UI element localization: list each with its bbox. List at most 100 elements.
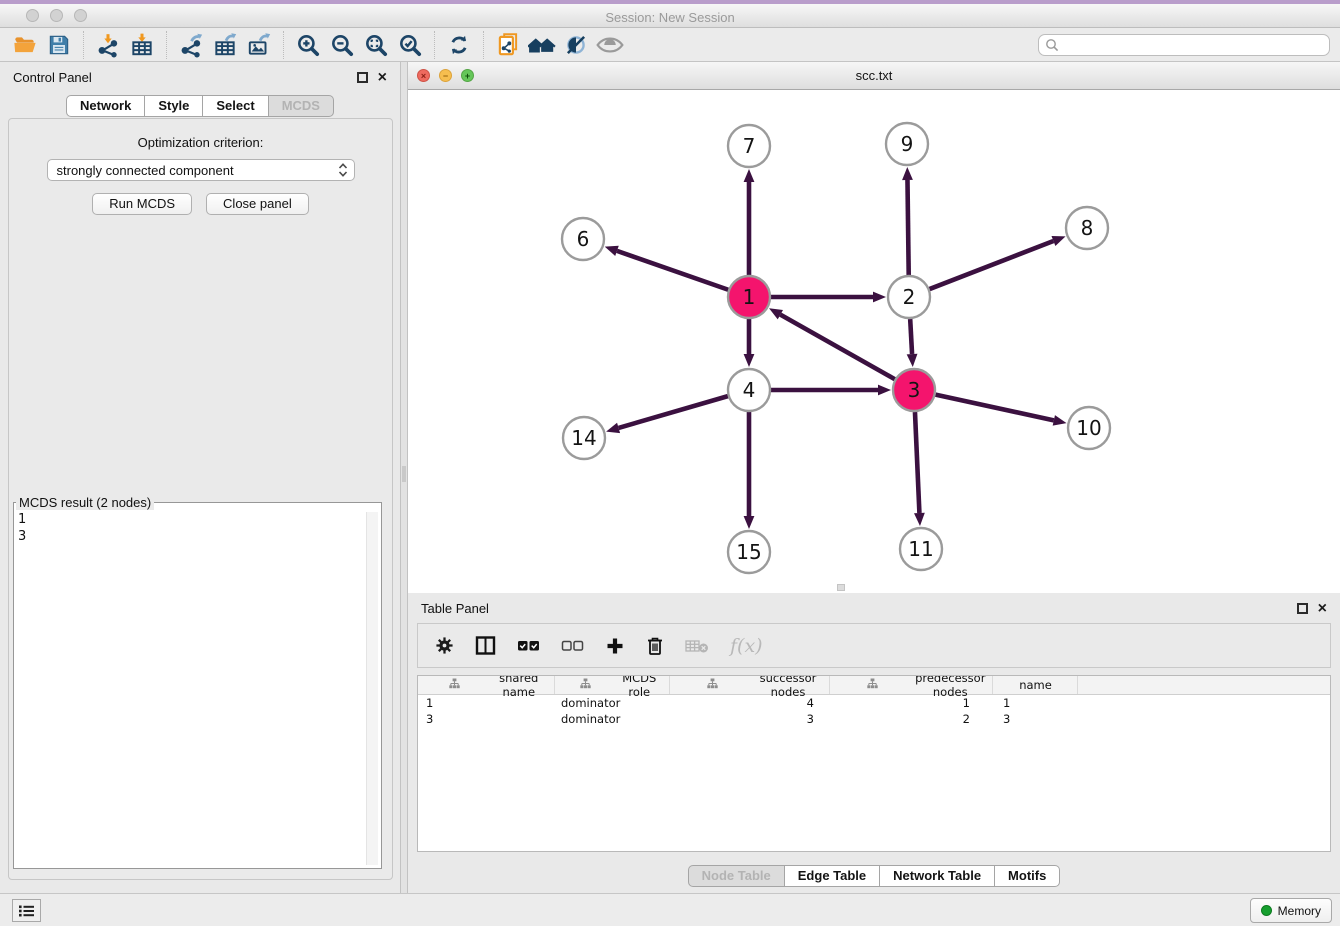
graph-node-2[interactable]: 2 [888,276,930,318]
save-session-icon[interactable] [42,30,76,60]
graph-node-4[interactable]: 4 [728,369,770,411]
add-column-icon[interactable] [605,636,625,656]
open-session-icon[interactable] [8,30,42,60]
zoom-in-icon[interactable] [291,30,325,60]
tab-style[interactable]: Style [145,95,203,117]
tab-motifs[interactable]: Motifs [995,865,1060,887]
import-network-icon[interactable] [91,30,125,60]
graph-edge-arrowhead [902,167,913,180]
chevron-up-down-icon [337,162,349,178]
float-panel-icon[interactable] [1297,603,1308,614]
svg-text:4: 4 [743,378,756,402]
apply-layout-icon[interactable] [442,30,476,60]
close-panel-button[interactable]: Close panel [206,193,309,215]
tab-network[interactable]: Network [66,95,145,117]
toolbar-separator [166,31,167,59]
graph-node-15[interactable]: 15 [728,531,770,573]
export-table-icon[interactable] [208,30,242,60]
hierarchy-icon [562,678,616,692]
canvas-scroll-gripper[interactable] [837,584,845,591]
network-zoom-button[interactable]: + [461,69,474,82]
delete-table-icon [685,638,709,654]
column-header-MCDS-role[interactable]: MCDS role [555,676,670,694]
network-minimize-button[interactable]: − [439,69,452,82]
graph-edge-arrowhead [914,513,925,526]
table-cell: dominator [555,695,670,711]
graph-node-11[interactable]: 11 [900,528,942,570]
dropdown-value: strongly connected component [57,163,234,178]
graph-edge-2-9[interactable] [907,180,908,275]
graph-node-10[interactable]: 10 [1068,407,1110,449]
svg-text:9: 9 [901,132,914,156]
window-titlebar: Session: New Session [0,0,1340,28]
network-canvas[interactable]: 7 9 6 8 1 2 4 3 14 10 15 11 [408,90,1340,593]
table-cell: 1 [418,695,555,711]
graph-edge-4-14[interactable] [619,396,728,428]
graph-node-3[interactable]: 3 [893,369,935,411]
column-header-predecessor-nodes[interactable]: predecessor nodes [830,676,993,694]
optimization-criterion-dropdown[interactable]: strongly connected component [47,159,355,181]
delete-column-icon[interactable] [646,636,664,656]
home-icon[interactable] [525,30,559,60]
hierarchy-icon [837,678,915,692]
select-all-icon[interactable] [517,639,540,652]
table-row[interactable]: 3dominator323 [418,711,1330,727]
search-field [1038,34,1330,56]
network-close-button[interactable]: × [417,69,430,82]
birdseye-view-icon[interactable] [593,30,627,60]
graph-edge-2-8[interactable] [930,241,1054,289]
search-input[interactable] [1059,37,1323,54]
show-columns-icon[interactable] [475,636,496,655]
graph-node-14[interactable]: 14 [563,417,605,459]
table-cell: 3 [993,711,1078,727]
graph-node-1[interactable]: 1 [728,276,770,318]
graph-node-7[interactable]: 7 [728,125,770,167]
graph-edge-1-6[interactable] [617,251,728,290]
export-image-icon[interactable] [242,30,276,60]
table-toolbar: f(x) [417,623,1331,668]
column-header-shared-name[interactable]: shared name [418,676,555,694]
graph-edge-2-3[interactable] [910,319,912,354]
zoom-selected-icon[interactable] [393,30,427,60]
column-header-name[interactable]: name [993,676,1078,694]
clone-network-icon[interactable] [491,30,525,60]
graph-node-6[interactable]: 6 [562,218,604,260]
close-panel-icon[interactable]: × [378,72,387,83]
close-panel-icon[interactable]: × [1318,603,1327,614]
import-table-icon[interactable] [125,30,159,60]
result-scrollbar[interactable] [366,512,378,865]
zoom-fit-icon[interactable] [359,30,393,60]
graph-node-8[interactable]: 8 [1066,207,1108,249]
svg-text:3: 3 [908,378,921,402]
tab-edge-table[interactable]: Edge Table [785,865,880,887]
column-header-successor-nodes[interactable]: successor nodes [670,676,830,694]
tab-network-table[interactable]: Network Table [880,865,995,887]
graph-edge-arrowhead [907,354,918,367]
export-network-icon[interactable] [174,30,208,60]
network-window-titlebar[interactable]: scc.txt × − + [408,62,1340,90]
search-icon [1045,38,1059,52]
float-panel-icon[interactable] [357,72,368,83]
table-row[interactable]: 1dominator411 [418,695,1330,711]
graph-edge-arrowhead [1051,236,1065,246]
graph-node-9[interactable]: 9 [886,123,928,165]
tab-mcds[interactable]: MCDS [269,95,334,117]
table-settings-icon[interactable] [435,636,454,655]
memory-button[interactable]: Memory [1250,898,1332,923]
graph-edge-3-10[interactable] [935,395,1053,421]
divider-grip[interactable] [402,466,406,482]
zoom-out-icon[interactable] [325,30,359,60]
list-icon [18,904,35,918]
toolbar-separator [434,31,435,59]
run-mcds-button[interactable]: Run MCDS [92,193,192,215]
show-panel-list-button[interactable] [12,899,41,922]
mcds-result-text[interactable]: 1 3 [18,511,365,865]
network-graph[interactable]: 7 9 6 8 1 2 4 3 14 10 15 11 [408,90,1340,593]
graph-edge-3-11[interactable] [915,412,919,513]
hide-details-icon[interactable] [559,30,593,60]
tab-select[interactable]: Select [203,95,268,117]
graph-edge-3-1[interactable] [780,315,894,380]
panel-divider[interactable] [400,62,408,893]
tab-node-table[interactable]: Node Table [688,865,785,887]
deselect-all-icon[interactable] [561,639,584,652]
